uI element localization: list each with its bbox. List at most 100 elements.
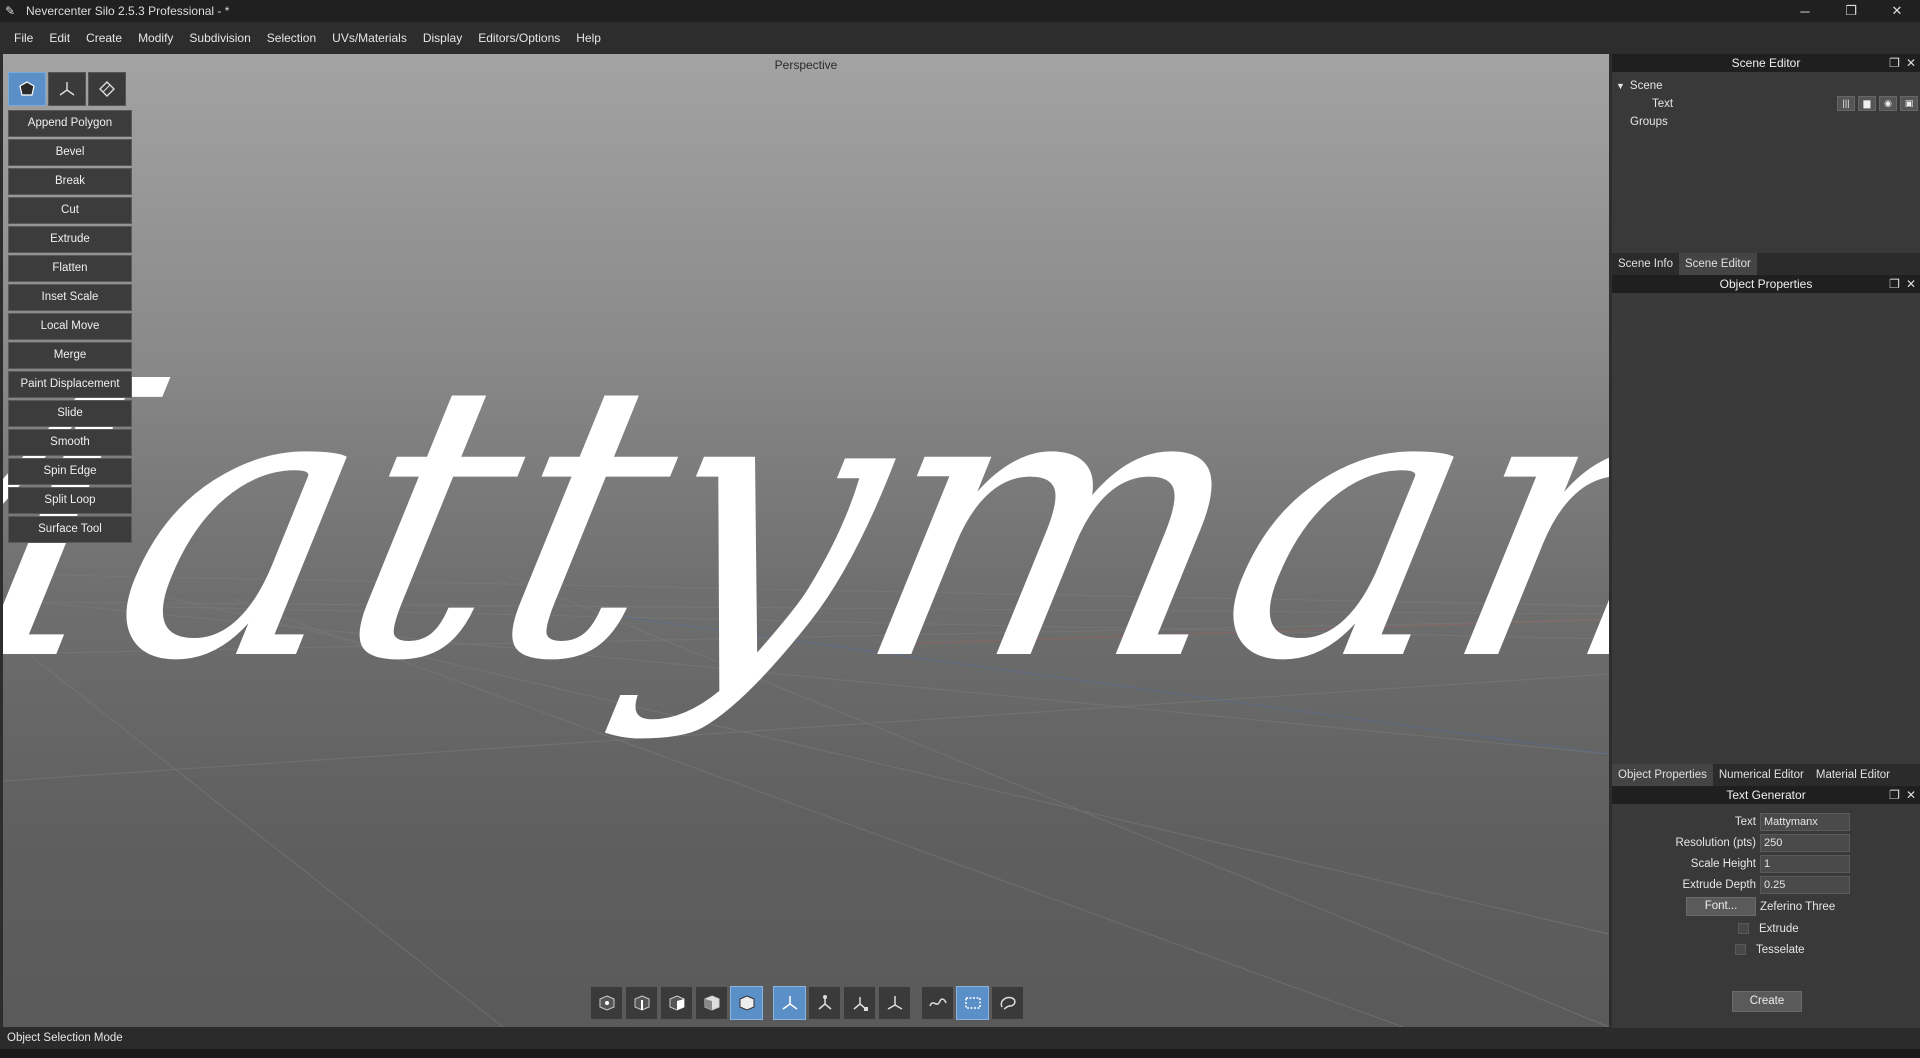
tool-flatten[interactable]: Flatten	[8, 255, 132, 282]
scale-axis-icon	[853, 997, 868, 1011]
tab-object-properties[interactable]: Object Properties	[1612, 764, 1713, 786]
text-generator-header: Text Generator ❐ ✕	[1612, 786, 1920, 805]
tool-inset-scale[interactable]: Inset Scale	[8, 284, 132, 311]
tab-scene-info[interactable]: Scene Info	[1612, 253, 1679, 275]
wireframe-toggle-icon[interactable]: |||	[1837, 96, 1855, 111]
expand-triangle-icon[interactable]: ▼	[1616, 81, 1625, 91]
tree-text-object-row[interactable]: Text ||| ▆ ◉ ▣	[1612, 95, 1920, 113]
viewport-grid: Mattymanx	[3, 301, 1609, 1027]
box-select-button[interactable]	[956, 986, 989, 1020]
move-manipulator-button[interactable]	[773, 986, 806, 1020]
float-panel-icon[interactable]: ❐	[1889, 54, 1900, 73]
tool-slide[interactable]: Slide	[8, 400, 132, 427]
tool-local-move[interactable]: Local Move	[8, 313, 132, 340]
text-field[interactable]: Mattymanx	[1760, 812, 1850, 831]
text-field-label: Text	[1734, 815, 1756, 828]
menu-selection[interactable]: Selection	[259, 22, 324, 54]
rotate-manipulator-button[interactable]	[808, 986, 841, 1020]
menu-subdivision[interactable]: Subdivision	[181, 22, 258, 54]
menu-display[interactable]: Display	[415, 22, 470, 54]
tool-append-polygon[interactable]: Append Polygon	[8, 110, 132, 137]
extrude-depth-field[interactable]: 0.25	[1760, 875, 1850, 894]
tool-smooth[interactable]: Smooth	[8, 429, 132, 456]
universal-axis-icon	[887, 996, 902, 1010]
vertex-cube-icon	[599, 995, 614, 1011]
polygon-mode-button[interactable]	[8, 72, 46, 106]
restore-button[interactable]: ❐	[1828, 0, 1874, 22]
status-bar: Object Selection Mode	[0, 1028, 1920, 1049]
transform-mode-icon	[59, 82, 75, 96]
scale-height-field[interactable]: 1	[1760, 854, 1850, 873]
close-panel-icon[interactable]: ✕	[1906, 275, 1916, 294]
scene-tree: ▼ Scene Text ||| ▆ ◉ ▣ Groups	[1612, 73, 1920, 253]
polygon-mode-icon	[19, 81, 35, 96]
menu-create[interactable]: Create	[78, 22, 130, 54]
float-panel-icon[interactable]: ❐	[1889, 275, 1900, 294]
tool-extrude[interactable]: Extrude	[8, 226, 132, 253]
tool-break[interactable]: Break	[8, 168, 132, 195]
perspective-viewport[interactable]: Mattymanx Perspective Append Polygon Bev…	[3, 54, 1609, 1027]
menu-bar: File Edit Create Modify Subdivision Sele…	[0, 22, 1920, 54]
menu-file[interactable]: File	[6, 22, 41, 54]
tool-spin-edge[interactable]: Spin Edge	[8, 458, 132, 485]
extrude-checkbox[interactable]	[1738, 923, 1749, 934]
tree-scene-row[interactable]: ▼ Scene	[1612, 77, 1920, 95]
object-select-button[interactable]	[730, 986, 763, 1020]
status-mode-text: Object Selection Mode	[7, 1032, 123, 1044]
tab-material-editor[interactable]: Material Editor	[1810, 764, 1896, 786]
taskbar-strip	[0, 1049, 1920, 1058]
menu-help[interactable]: Help	[568, 22, 609, 54]
lock-icon[interactable]: ▣	[1900, 96, 1918, 111]
menu-uvs-materials[interactable]: UVs/Materials	[324, 22, 415, 54]
viewport-label: Perspective	[774, 58, 838, 72]
minimize-button[interactable]: ─	[1782, 0, 1828, 22]
shaded-toggle-icon[interactable]: ▆	[1858, 96, 1876, 111]
visibility-eye-icon[interactable]: ◉	[1879, 96, 1897, 111]
tool-bevel[interactable]: Bevel	[8, 139, 132, 166]
tool-split-loop[interactable]: Split Loop	[8, 487, 132, 514]
universal-manipulator-button[interactable]	[878, 986, 911, 1020]
close-window-button[interactable]: ✕	[1874, 0, 1920, 22]
tool-paint-displacement[interactable]: Paint Displacement	[8, 371, 132, 398]
tool-merge[interactable]: Merge	[8, 342, 132, 369]
edge-select-button[interactable]	[625, 986, 658, 1020]
multi-cube-icon	[704, 995, 719, 1011]
close-panel-icon[interactable]: ✕	[1906, 786, 1916, 805]
float-panel-icon[interactable]: ❐	[1889, 786, 1900, 805]
tool-mode-buttons	[8, 72, 128, 106]
tool-surface-tool[interactable]: Surface Tool	[8, 516, 132, 543]
face-select-button[interactable]	[660, 986, 693, 1020]
model-text[interactable]: Mattymanx	[3, 301, 1609, 744]
text-generator-body: Text Mattymanx Resolution (pts) 250 Scal…	[1612, 805, 1920, 1030]
box-select-icon	[964, 997, 981, 1009]
font-button[interactable]: Font...	[1686, 897, 1756, 916]
scale-manipulator-button[interactable]	[843, 986, 876, 1020]
font-name: Zeferino Three	[1760, 900, 1836, 913]
menu-editors-options[interactable]: Editors/Options	[470, 22, 568, 54]
object-properties-body	[1612, 294, 1920, 764]
paint-select-button[interactable]	[921, 986, 954, 1020]
tesselate-checkbox[interactable]	[1735, 944, 1746, 955]
resolution-label: Resolution (pts)	[1675, 836, 1756, 849]
tab-scene-editor[interactable]: Scene Editor	[1678, 253, 1757, 275]
multi-select-button[interactable]	[695, 986, 728, 1020]
uv-mode-button[interactable]	[88, 72, 126, 106]
menu-modify[interactable]: Modify	[130, 22, 181, 54]
object-cube-icon	[739, 995, 754, 1011]
tab-numerical-editor[interactable]: Numerical Editor	[1713, 764, 1810, 786]
extrude-depth-label: Extrude Depth	[1682, 878, 1756, 891]
menu-edit[interactable]: Edit	[41, 22, 78, 54]
scene-editor-title: Scene Editor	[1731, 56, 1801, 70]
vertex-select-button[interactable]	[590, 986, 623, 1020]
resolution-field[interactable]: 250	[1760, 833, 1850, 852]
tool-cut[interactable]: Cut	[8, 197, 132, 224]
lasso-select-button[interactable]	[991, 986, 1024, 1020]
rotate-axis-icon	[818, 995, 831, 1010]
tree-groups-row[interactable]: Groups	[1612, 113, 1920, 131]
edge-cube-icon	[634, 995, 649, 1011]
face-cube-icon	[669, 995, 684, 1011]
transform-mode-button[interactable]	[48, 72, 86, 106]
close-panel-icon[interactable]: ✕	[1906, 54, 1916, 73]
tool-list: Append Polygon Bevel Break Cut Extrude F…	[8, 110, 133, 545]
create-button[interactable]: Create	[1732, 991, 1802, 1012]
